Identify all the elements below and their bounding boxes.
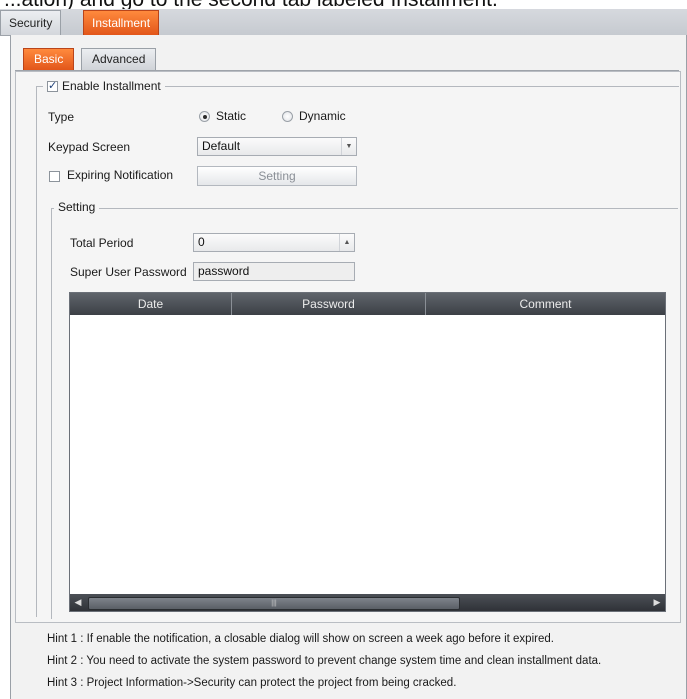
- tab-installment[interactable]: Installment: [83, 10, 160, 35]
- total-period-value: 0: [198, 235, 205, 249]
- tab-basic[interactable]: Basic: [23, 48, 75, 70]
- enable-installment-label: Enable Installment: [62, 79, 161, 93]
- hint-1: Hint 1 : If enable the notification, a c…: [47, 633, 554, 645]
- sub-tab-bar: Basic Advanced: [15, 46, 679, 71]
- top-tab-bar: Security Installment: [0, 9, 687, 36]
- notification-setting-button[interactable]: Setting: [197, 166, 357, 186]
- total-period-label: Total Period: [70, 236, 134, 250]
- horizontal-scrollbar[interactable]: ◀ ||| ▶: [70, 594, 665, 611]
- expiring-notification-label[interactable]: Expiring Notification: [67, 168, 173, 182]
- keypad-screen-label: Keypad Screen: [48, 140, 131, 154]
- enable-installment-checkbox-row[interactable]: Enable Installment: [43, 78, 165, 94]
- expiring-notification-checkbox[interactable]: [49, 171, 60, 182]
- dynamic-radio-label[interactable]: Dynamic: [299, 109, 346, 123]
- chevron-down-icon[interactable]: ▼: [341, 138, 356, 155]
- setting-group-title: Setting: [54, 200, 100, 214]
- hint-2: Hint 2 : You need to activate the system…: [47, 655, 602, 667]
- tab-security[interactable]: Security: [0, 10, 62, 35]
- table-header: Date Password Comment: [70, 293, 665, 315]
- keypad-screen-value: Default: [202, 139, 241, 153]
- static-radio-label[interactable]: Static: [216, 109, 246, 123]
- password-table[interactable]: Date Password Comment ◀ ||| ▶: [69, 292, 666, 612]
- tab-advanced[interactable]: Advanced: [81, 48, 157, 70]
- super-user-password-field[interactable]: password: [193, 262, 355, 281]
- scroll-right-icon[interactable]: ▶: [649, 597, 665, 608]
- keypad-screen-select[interactable]: Default ▼: [197, 137, 357, 156]
- dynamic-radio[interactable]: [282, 111, 293, 122]
- column-header-date[interactable]: Date: [70, 293, 232, 315]
- type-label: Type: [48, 110, 75, 124]
- scrollbar-track[interactable]: |||: [86, 596, 649, 610]
- static-radio[interactable]: [199, 111, 210, 122]
- instruction-caption: ...ation) and go to the second tab label…: [0, 0, 687, 9]
- scroll-left-icon[interactable]: ◀: [70, 597, 86, 608]
- hint-3: Hint 3 : Project Information->Security c…: [47, 677, 457, 689]
- hints-area: Hint 1 : If enable the notification, a c…: [47, 628, 687, 694]
- scrollbar-thumb[interactable]: |||: [88, 597, 460, 610]
- total-period-spinner[interactable]: 0 ▲: [193, 233, 355, 252]
- column-header-comment[interactable]: Comment: [426, 293, 665, 315]
- column-header-password[interactable]: Password: [232, 293, 426, 315]
- chevron-up-icon[interactable]: ▲: [339, 234, 354, 251]
- enable-installment-checkbox[interactable]: [47, 79, 58, 92]
- super-user-password-label: Super User Password: [70, 265, 187, 279]
